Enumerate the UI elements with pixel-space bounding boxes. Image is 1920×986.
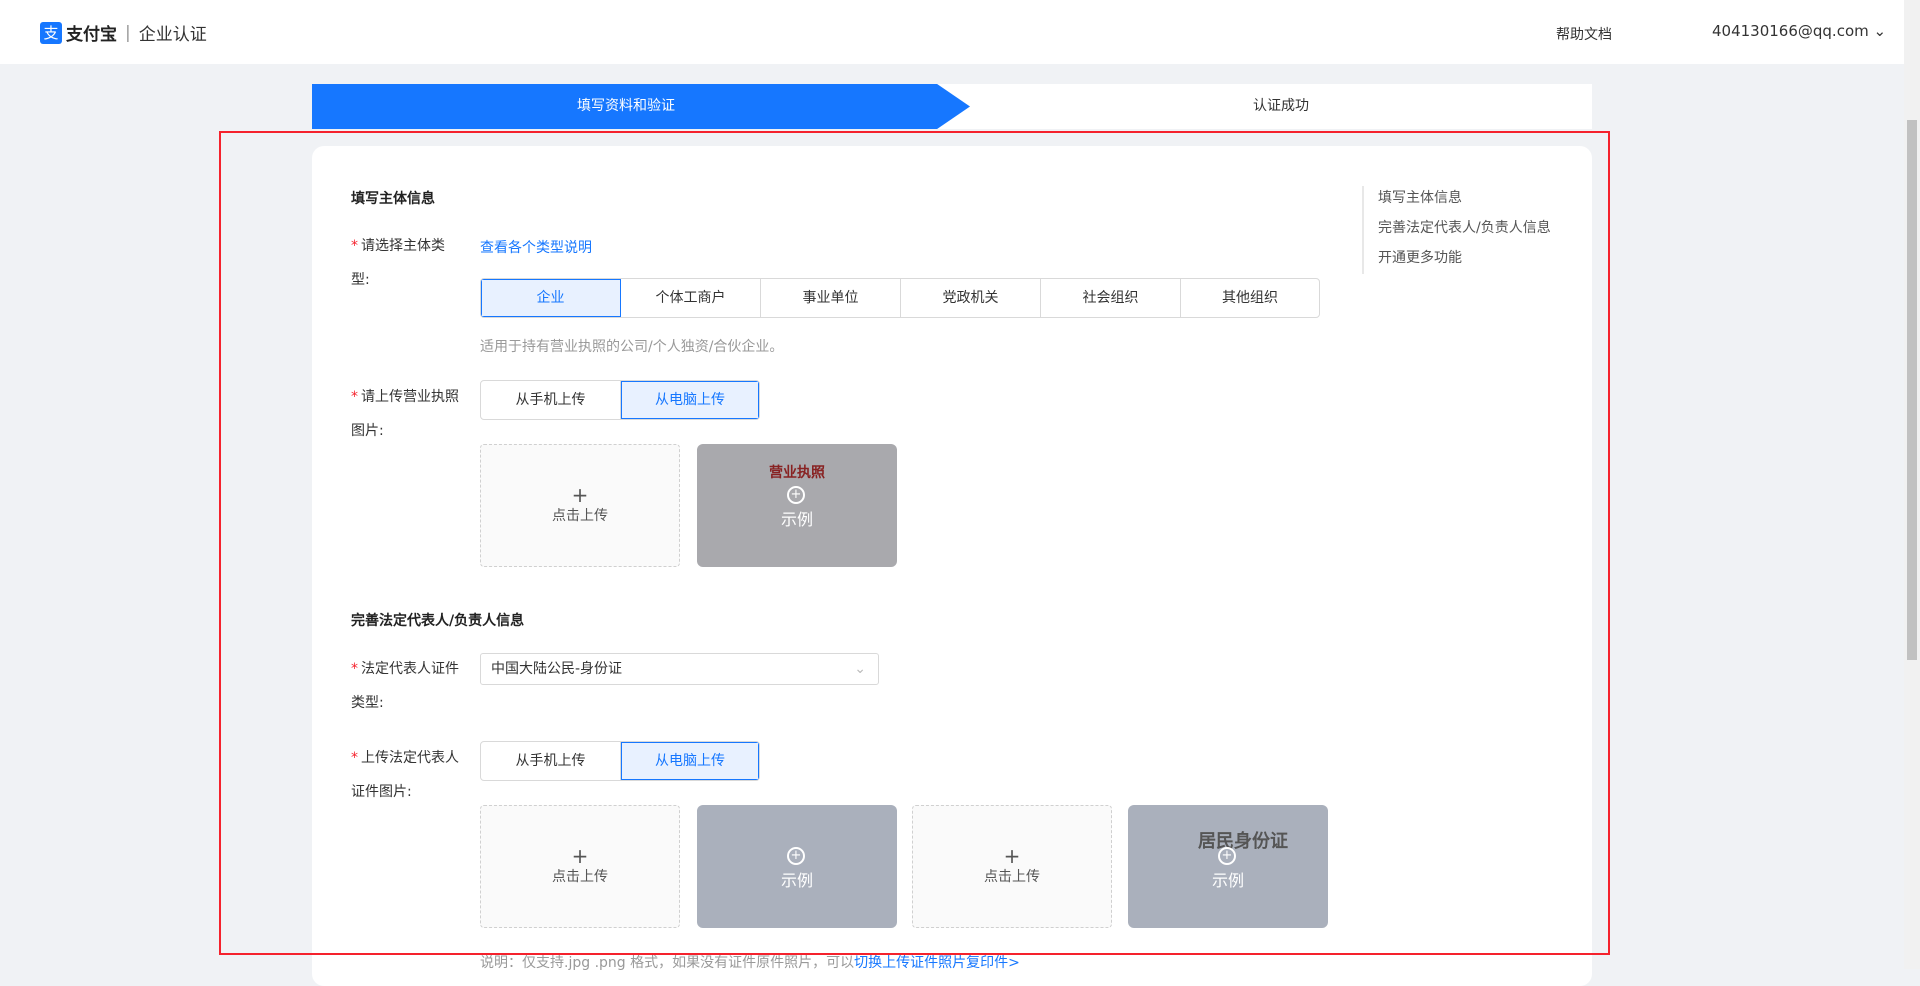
upload-from-phone-button[interactable]: 从手机上传 xyxy=(481,381,621,419)
upload-label: 点击上传 xyxy=(552,508,608,524)
id-upload-label: * 上传法定代表人 证件图片: xyxy=(351,750,459,800)
account-email: 404130166@qq.com xyxy=(1712,22,1869,40)
upload-label: 点击上传 xyxy=(552,869,608,885)
page-scrollbar[interactable] xyxy=(1904,0,1920,969)
upload-from-computer-button[interactable]: 从电脑上传 xyxy=(621,742,759,780)
sample-title: 居民身份证 xyxy=(1198,831,1288,852)
license-upload-box[interactable]: + 点击上传 xyxy=(480,444,680,567)
upload-from-computer-button[interactable]: 从电脑上传 xyxy=(621,381,759,419)
plus-icon: + xyxy=(1003,844,1021,868)
section-title-legal-rep: 完善法定代表人/负责人信息 xyxy=(351,613,525,629)
type-hint: 适用于持有营业执照的公司/个人独资/合伙企业。 xyxy=(480,339,784,355)
plus-icon: + xyxy=(571,844,589,868)
upload-label: 点击上传 xyxy=(984,869,1040,885)
sample-label: 示例 xyxy=(780,871,813,890)
plus-icon: + xyxy=(571,483,589,507)
divider: | xyxy=(125,22,131,43)
zoom-in-icon: + xyxy=(787,486,805,504)
account-menu[interactable]: 404130166@qq.com ⌄ xyxy=(1712,22,1886,40)
id-back-sample-image[interactable]: 居民身份证 + 示例 xyxy=(1128,805,1328,928)
id-upload-mode: 从手机上传 从电脑上传 xyxy=(480,741,760,781)
license-upload-mode: 从手机上传 从电脑上传 xyxy=(480,380,760,420)
license-upload-label: * 请上传营业执照 图片: xyxy=(351,389,459,439)
scrollbar-thumb[interactable] xyxy=(1907,120,1917,660)
type-explanation-link[interactable]: 查看各个类型说明 xyxy=(480,237,592,257)
sample-label: 示例 xyxy=(780,510,813,529)
alipay-icon: 支 xyxy=(40,21,62,44)
logo-brand: 支付宝 xyxy=(66,25,117,45)
chevron-down-icon: ⌄ xyxy=(1868,22,1887,40)
alipay-logo[interactable]: 支 支付宝 | 企业认证 xyxy=(40,20,207,45)
license-sample-image[interactable]: 营业执照 + 示例 xyxy=(697,444,897,567)
anchor-more-features[interactable]: 开通更多功能 xyxy=(1378,246,1551,276)
type-option-other[interactable]: 其他组织 xyxy=(1181,279,1319,317)
top-header: 支 支付宝 | 企业认证 帮助文档 404130166@qq.com ⌄ xyxy=(0,0,1904,64)
step-fill-info: 填写资料和验证 xyxy=(312,84,970,129)
id-type-label: * 法定代表人证件 类型: xyxy=(351,661,459,711)
id-back-upload-box[interactable]: + 点击上传 xyxy=(912,805,1112,928)
sample-title: 营业执照 xyxy=(769,465,825,481)
section-anchor-nav: 填写主体信息 完善法定代表人/负责人信息 开通更多功能 xyxy=(1362,186,1551,274)
upload-from-phone-button[interactable]: 从手机上传 xyxy=(481,742,621,780)
id-front-sample-image[interactable]: + 示例 xyxy=(697,805,897,928)
step-success: 认证成功 xyxy=(1253,98,1309,114)
type-option-public-institution[interactable]: 事业单位 xyxy=(761,279,901,317)
help-docs-link[interactable]: 帮助文档 xyxy=(1556,24,1612,44)
anchor-legal-rep[interactable]: 完善法定代表人/负责人信息 xyxy=(1378,216,1551,246)
chevron-down-icon: ⌄ xyxy=(854,661,866,677)
section-title-entity: 填写主体信息 xyxy=(351,191,435,207)
logo-product: 企业认证 xyxy=(138,25,207,45)
type-option-individual-business[interactable]: 个体工商户 xyxy=(621,279,761,317)
entity-type-label: * 请选择主体类 型: xyxy=(351,238,445,288)
zoom-in-icon: + xyxy=(787,847,805,865)
progress-steps: 填写资料和验证 认证成功 xyxy=(312,84,1592,129)
id-front-upload-box[interactable]: + 点击上传 xyxy=(480,805,680,928)
zoom-in-icon: + xyxy=(1218,847,1236,865)
id-type-select[interactable]: 中国大陆公民-身份证 ⌄ xyxy=(480,653,879,685)
sample-label: 示例 xyxy=(1211,871,1244,890)
upload-note: 说明：仅支持.jpg .png 格式，如果没有证件原件照片，可以切换上传证件照片… xyxy=(480,952,1020,972)
entity-type-selector: 企业 个体工商户 事业单位 党政机关 社会组织 其他组织 xyxy=(480,278,1320,318)
type-option-government[interactable]: 党政机关 xyxy=(901,279,1041,317)
type-option-enterprise[interactable]: 企业 xyxy=(481,279,621,317)
type-option-social-org[interactable]: 社会组织 xyxy=(1041,279,1181,317)
anchor-entity-info[interactable]: 填写主体信息 xyxy=(1378,186,1551,216)
id-type-value: 中国大陆公民-身份证 xyxy=(491,661,623,677)
